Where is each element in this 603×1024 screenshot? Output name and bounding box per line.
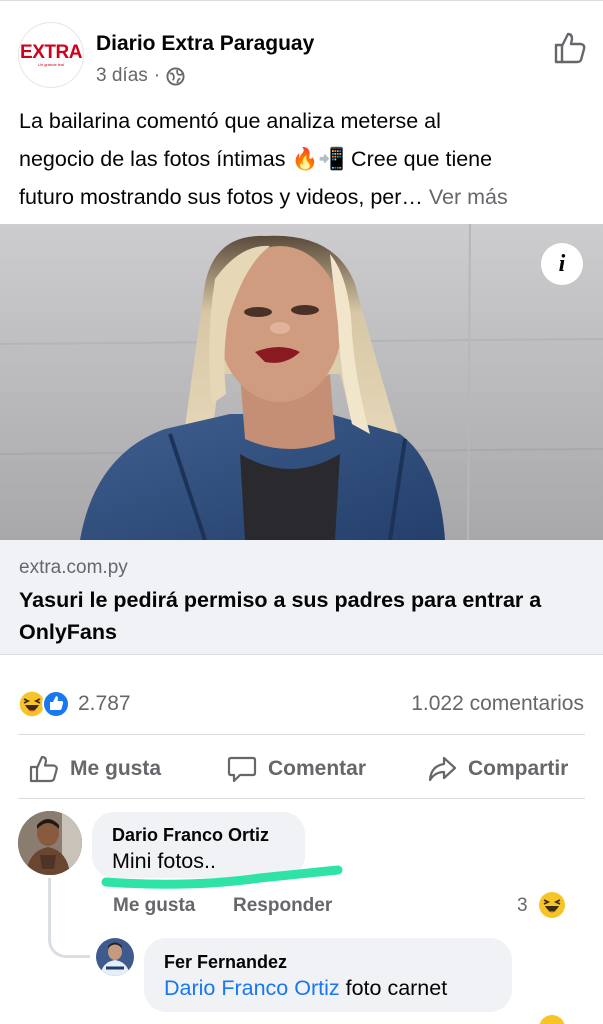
link-title[interactable]: Yasuri le pedirá permiso a sus padres pa… <box>19 584 589 648</box>
share-label: Compartir <box>468 757 569 780</box>
reaction-count[interactable]: 2.787 <box>78 692 131 716</box>
comment-label: Comentar <box>268 757 367 780</box>
like-button[interactable]: Me gusta <box>28 748 161 790</box>
globe-icon <box>166 66 185 86</box>
post-header: EXTRA Un grande leal Diario Extra Paragu… <box>18 22 588 92</box>
comment-icon <box>227 756 257 783</box>
comment-count[interactable]: 1.022 comentarios <box>411 692 584 716</box>
post-time[interactable]: 3 días <box>96 65 148 87</box>
phone-emoji: 📲 <box>318 147 346 171</box>
link-preview[interactable]: extra.com.py Yasuri le pedirá permiso a … <box>0 540 603 655</box>
fire-emoji: 🔥 <box>291 147 319 171</box>
post-text-line: La bailarina comentó que analiza meterse… <box>19 109 441 133</box>
haha-reaction-icon[interactable] <box>538 1014 566 1024</box>
post-text-line: negocio de las fotos íntimas 🔥📲 Cree que… <box>19 147 493 171</box>
post-text-line: futuro mostrando sus fotos y videos, per… <box>19 185 508 209</box>
comment-text: Dario Franco Ortiz foto carnet <box>164 976 448 1000</box>
thumbs-up-icon[interactable] <box>552 30 588 66</box>
logo-word: EXTRA <box>20 41 82 63</box>
see-more-link[interactable]: Ver más <box>429 185 508 209</box>
like-reaction-icon <box>42 690 70 718</box>
reply-bubble[interactable]: Fer Fernandez Dario Franco Ortiz foto ca… <box>144 938 512 1012</box>
divider <box>18 734 585 735</box>
reaction-icons[interactable] <box>18 690 74 718</box>
like-label: Me gusta <box>70 757 162 780</box>
reactions-summary: 2.787 1.022 comentarios <box>18 688 584 720</box>
thumbs-up-icon <box>29 755 58 783</box>
avatar-photo <box>96 938 134 976</box>
link-domain: extra.com.py <box>19 557 128 578</box>
comment-button[interactable]: Comentar <box>226 748 366 790</box>
avatar[interactable] <box>18 811 82 875</box>
logo-subtext: Un grande leal <box>37 61 65 67</box>
post-meta: 3 días · <box>96 65 185 87</box>
comment-reply-link[interactable]: Responder <box>233 895 332 917</box>
share-button[interactable]: Compartir <box>426 748 568 790</box>
avatar[interactable] <box>96 938 134 976</box>
photo-illustration <box>0 224 603 540</box>
post-text: La bailarina comentó que analiza meterse… <box>19 102 589 216</box>
comment-author[interactable]: Dario Franco Ortiz <box>112 825 269 846</box>
post-image[interactable]: i <box>0 224 603 540</box>
action-bar: Me gusta Comentar Compartir <box>18 748 585 790</box>
comment-author[interactable]: Fer Fernandez <box>164 952 287 973</box>
comment-like-link[interactable]: Me gusta <box>113 895 195 917</box>
share-icon <box>428 756 457 782</box>
page-avatar[interactable]: EXTRA Un grande leal <box>18 22 84 88</box>
haha-reaction-icon[interactable] <box>538 891 566 919</box>
page-name[interactable]: Diario Extra Paraguay <box>96 32 314 56</box>
reply-thread-line <box>48 878 90 958</box>
info-button[interactable]: i <box>541 243 583 285</box>
highlight-scribble <box>101 865 343 889</box>
avatar-photo <box>18 811 82 875</box>
comment-reaction-count[interactable]: 3 <box>517 895 528 917</box>
top-border <box>0 0 603 4</box>
divider <box>18 798 585 799</box>
mention-link[interactable]: Dario Franco Ortiz <box>164 976 340 1000</box>
meta-separator: · <box>153 65 161 86</box>
